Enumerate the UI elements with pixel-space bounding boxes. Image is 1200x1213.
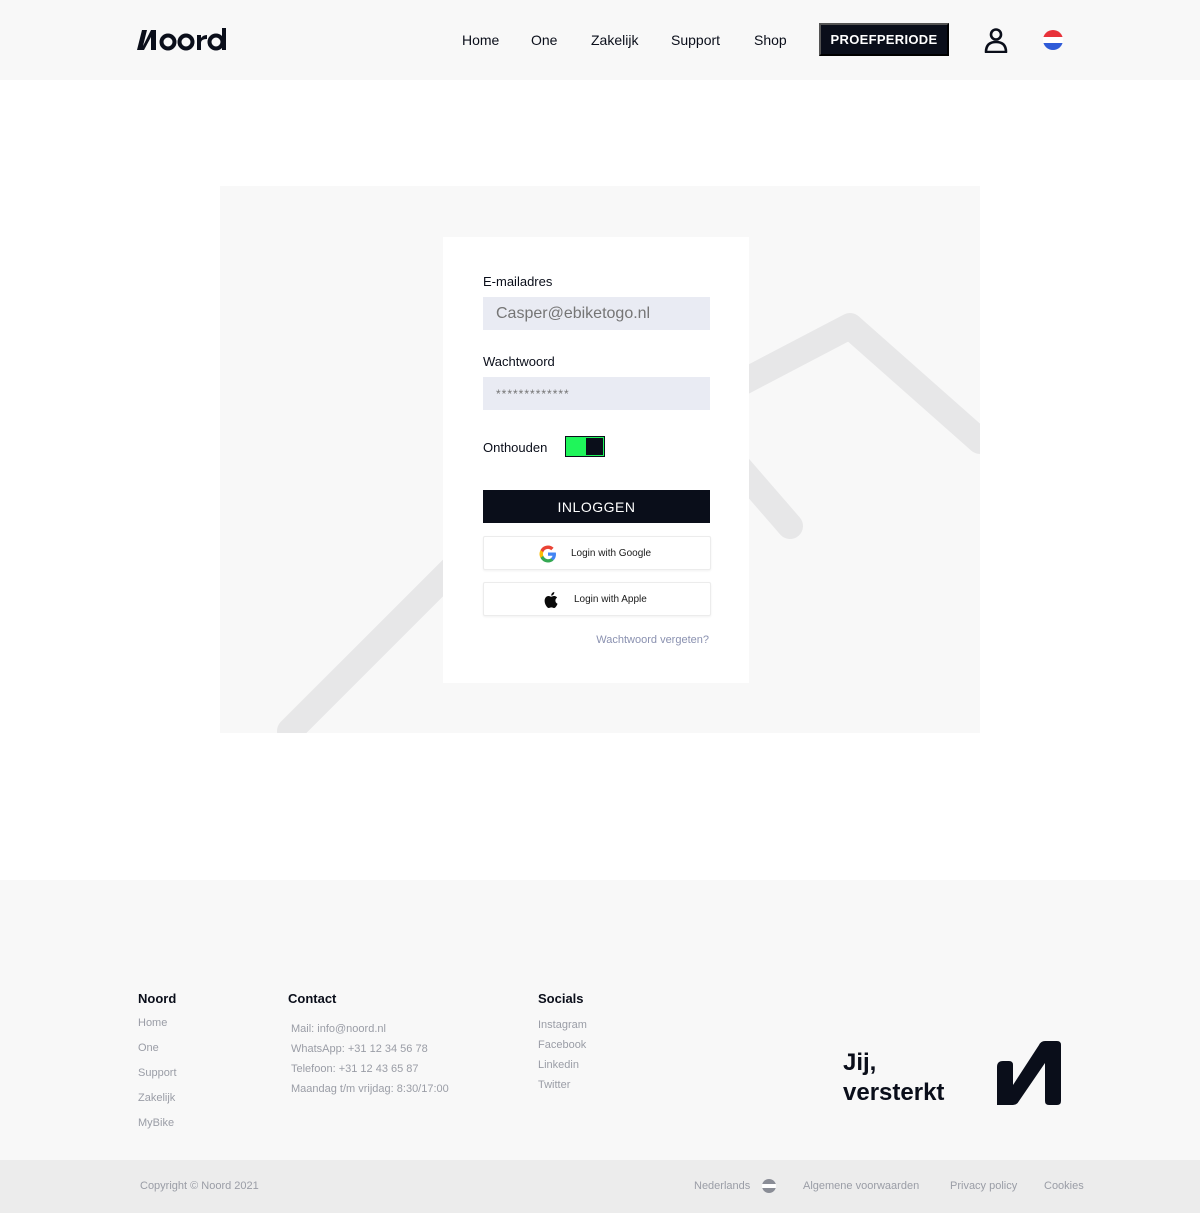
apple-login-button[interactable]: Login with Apple: [483, 582, 711, 616]
password-field[interactable]: [483, 377, 710, 410]
google-login-button[interactable]: Login with Google: [483, 536, 711, 570]
footer-contact-phone[interactable]: Telefoon: +31 12 43 65 87: [291, 1063, 419, 1076]
nav-zakelijk[interactable]: Zakelijk: [591, 32, 638, 48]
email-label: E-mailadres: [483, 274, 553, 289]
remember-toggle[interactable]: [565, 436, 605, 457]
footer-social-linkedin[interactable]: Linkedin: [538, 1059, 579, 1072]
footer-contact-whatsapp[interactable]: WhatsApp: +31 12 34 56 78: [291, 1043, 428, 1056]
footer-social-instagram[interactable]: Instagram: [538, 1019, 587, 1032]
nav-shop[interactable]: Shop: [754, 32, 787, 48]
footer-heading-noord: Noord: [138, 991, 177, 1006]
google-login-label: Login with Google: [571, 548, 652, 559]
proefperiode-button[interactable]: PROEFPERIODE: [819, 23, 949, 56]
login-button[interactable]: INLOGGEN: [483, 490, 710, 523]
apple-icon: [543, 591, 561, 609]
footer-slogan: Jij, versterkt: [843, 1048, 944, 1108]
password-label: Wachtwoord: [483, 354, 555, 369]
toggle-knob: [586, 438, 603, 455]
terms-link[interactable]: Algemene voorwaarden: [803, 1180, 919, 1193]
footer-social-facebook[interactable]: Facebook: [538, 1039, 586, 1052]
netherlands-flag-icon[interactable]: [1043, 30, 1063, 50]
footer-contact-hours: Maandag t/m vrijdag: 8:30/17:00: [291, 1083, 449, 1095]
language-flag-icon[interactable]: [762, 1179, 776, 1193]
noord-n-logo-icon: [995, 1039, 1063, 1107]
remember-label: Onthouden: [483, 440, 548, 455]
forgot-password-link[interactable]: Wachtwoord vergeten?: [596, 634, 709, 647]
nav-home[interactable]: Home: [462, 32, 499, 48]
google-icon: [539, 545, 557, 563]
noord-logo[interactable]: [137, 26, 231, 54]
footer-link-mybike[interactable]: MyBike: [138, 1117, 174, 1130]
footer-social-twitter[interactable]: Twitter: [538, 1079, 570, 1092]
footer-heading-socials: Socials: [538, 991, 584, 1006]
privacy-policy-link[interactable]: Privacy policy: [950, 1180, 1017, 1193]
noord-logo-icon: [137, 28, 226, 51]
nav-support[interactable]: Support: [671, 32, 720, 48]
footer-contact-mail[interactable]: Mail: info@noord.nl: [291, 1023, 386, 1036]
footer-heading-contact: Contact: [288, 991, 337, 1006]
cookies-link[interactable]: Cookies: [1044, 1180, 1084, 1193]
language-selector[interactable]: Nederlands: [694, 1180, 750, 1193]
footer-link-zakelijk[interactable]: Zakelijk: [138, 1092, 175, 1105]
footer-link-one[interactable]: One: [138, 1042, 159, 1055]
email-field[interactable]: [483, 297, 710, 330]
nav-one[interactable]: One: [531, 32, 557, 48]
apple-login-label: Login with Apple: [574, 594, 647, 605]
user-icon[interactable]: [984, 27, 1008, 54]
slogan-line-1: Jij,: [843, 1049, 877, 1076]
site-footer: Noord Home One Support Zakelijk MyBike C…: [0, 880, 1200, 1160]
footer-bottom-bar: Copyright © Noord 2021 Nederlands Algeme…: [0, 1160, 1200, 1213]
slogan-line-2: versterkt: [843, 1079, 945, 1106]
footer-link-home[interactable]: Home: [138, 1017, 167, 1030]
site-header: Home One Zakelijk Support Shop PROEFPERI…: [0, 0, 1200, 80]
copyright-text: Copyright © Noord 2021: [140, 1180, 259, 1192]
login-card: E-mailadres Wachtwoord Onthouden INLOGGE…: [443, 237, 749, 683]
footer-link-support[interactable]: Support: [138, 1067, 177, 1080]
